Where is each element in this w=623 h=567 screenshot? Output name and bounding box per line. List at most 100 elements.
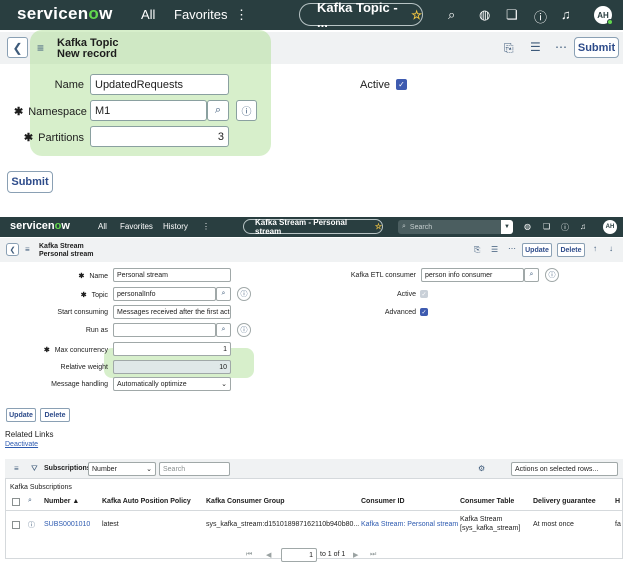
col-consumer-id[interactable]: Consumer ID — [361, 498, 405, 505]
delete-button-bottom[interactable]: Delete — [40, 408, 70, 422]
nav-more-icon-2[interactable]: ⋮ — [202, 222, 210, 231]
prev-page-icon[interactable]: ◀ — [266, 551, 271, 559]
partitions-field[interactable]: 3 — [90, 126, 229, 147]
run-as-field[interactable] — [113, 323, 216, 337]
nav-history-2[interactable]: History — [163, 222, 188, 231]
select-all-checkbox[interactable] — [12, 498, 20, 506]
topic-lookup-search-icon[interactable]: ⌕ — [216, 287, 231, 301]
last-page-icon[interactable]: ⏭ — [370, 551, 376, 559]
servicenow-logo[interactable]: servicenow — [17, 4, 113, 24]
col-consumer-table[interactable]: Consumer Table — [460, 498, 514, 505]
servicenow-logo-2[interactable]: servicenow — [10, 220, 70, 232]
nav-more-icon[interactable]: ⋮ — [235, 7, 248, 23]
deactivate-link[interactable]: Deactivate — [5, 441, 38, 448]
context-pill-2[interactable]: Kafka Stream - Personal stream ☆ — [243, 218, 383, 236]
more-options-icon[interactable]: ⋯ — [555, 40, 567, 54]
filter-icon[interactable]: ⛛ — [31, 464, 38, 474]
name-field-2[interactable]: Personal stream — [113, 268, 231, 282]
nav-favorites[interactable]: Favorites — [174, 7, 227, 22]
active-label-2: Active — [396, 291, 416, 298]
avatar-2[interactable]: AH — [603, 220, 617, 234]
page-number-input[interactable]: 1 — [281, 548, 317, 562]
attachment-icon-2[interactable]: ⎘ — [474, 245, 480, 255]
update-button-bottom[interactable]: Update — [6, 408, 36, 422]
col-policy[interactable]: Kafka Auto Position Policy — [102, 498, 191, 505]
col-number[interactable]: Number ▲ — [44, 498, 79, 505]
nav-all[interactable]: All — [141, 7, 155, 22]
bell-icon[interactable]: ♫ — [561, 7, 571, 22]
hamburger-icon[interactable]: ≡ — [37, 41, 44, 55]
run-as-info-icon[interactable]: ⓘ — [237, 323, 251, 337]
namespace-info-icon[interactable]: ⓘ — [236, 100, 257, 121]
list-breadcrumb[interactable]: Kafka Subscriptions — [10, 484, 72, 491]
message-handling-select[interactable]: Automatically optimize ⌄ — [113, 377, 231, 391]
list-menu-icon[interactable]: ≡ — [14, 464, 19, 473]
first-page-icon[interactable]: ⏮ — [246, 551, 252, 559]
col-more[interactable]: H — [615, 498, 620, 505]
divider — [5, 510, 623, 511]
search-icon[interactable]: ⌕ — [448, 7, 455, 23]
search-dropdown-icon[interactable]: ▼ — [501, 220, 513, 234]
context-pill[interactable]: Kafka Topic - ... ☆ — [299, 0, 423, 30]
nav-all-2[interactable]: All — [98, 222, 107, 231]
name-label-2: ✱ Name — [78, 273, 108, 280]
subscriptions-tab[interactable]: Subscriptions — [44, 465, 91, 472]
help-icon[interactable]: ⓘ — [534, 7, 547, 26]
delete-button-top[interactable]: Delete — [557, 243, 585, 257]
relative-weight-field[interactable]: 10 — [113, 360, 231, 374]
settings-sliders-icon-2[interactable]: ☰ — [491, 245, 498, 254]
start-consuming-select[interactable]: Messages received after the first acti — [113, 305, 231, 319]
actions-select[interactable]: Actions on selected rows... — [511, 462, 618, 476]
help-icon-2[interactable]: ⓘ — [561, 222, 569, 233]
update-button-top[interactable]: Update — [522, 243, 552, 257]
form-subtitle-2: Personal stream — [39, 251, 94, 258]
col-delivery[interactable]: Delivery guarantee — [533, 498, 596, 505]
chat-icon[interactable]: ❏ — [506, 7, 518, 23]
globe-icon-2[interactable]: ◍ — [524, 222, 531, 231]
row-checkbox[interactable] — [12, 521, 20, 529]
row-number-link[interactable]: SUBS0001010 — [44, 521, 90, 528]
col-consumer-group[interactable]: Kafka Consumer Group — [206, 498, 285, 505]
column-search-icon[interactable]: ⌕ — [28, 497, 32, 505]
namespace-field[interactable]: M1 — [90, 100, 207, 121]
topic-field[interactable]: personalInfo — [113, 287, 216, 301]
submit-button-bottom[interactable]: Submit — [7, 171, 53, 193]
row-consumer-id-link[interactable]: Kafka Stream: Personal stream — [361, 521, 458, 528]
back-button[interactable]: ❮ — [7, 37, 28, 58]
next-page-icon[interactable]: ▶ — [353, 551, 358, 559]
back-button-2[interactable]: ❮ — [6, 243, 19, 256]
topic-info-icon[interactable]: ⓘ — [237, 287, 251, 301]
chevron-down-icon: ⌄ — [146, 466, 152, 473]
filter-field-select[interactable]: Number ⌄ — [88, 462, 156, 476]
max-concurrency-field[interactable]: 1 — [113, 342, 231, 356]
etl-info-icon[interactable]: ⓘ — [545, 268, 559, 282]
row-preview-info-icon[interactable]: ⓘ — [28, 520, 35, 530]
list-settings-gear-icon[interactable]: ⚙ — [478, 464, 485, 473]
submit-button-top[interactable]: Submit — [574, 37, 619, 58]
list-search-input[interactable]: Search — [159, 462, 230, 476]
favorite-star-icon-2[interactable]: ☆ — [375, 222, 382, 231]
run-as-lookup-search-icon[interactable]: ⌕ — [216, 323, 231, 337]
nav-favorites-2[interactable]: Favorites — [120, 222, 153, 231]
etl-lookup-search-icon[interactable]: ⌕ — [524, 268, 539, 282]
avatar[interactable]: AH — [594, 6, 613, 25]
global-search-input[interactable]: ⌕ Search ▼ — [398, 220, 513, 234]
active-checkbox[interactable]: ✓ — [396, 79, 407, 90]
form-title-2: Kafka Stream — [39, 243, 84, 250]
settings-sliders-icon[interactable]: ☰ — [530, 40, 541, 54]
etl-consumer-label: Kafka ETL consumer — [350, 272, 416, 279]
bell-icon-2[interactable]: ♫ — [580, 222, 586, 231]
etl-consumer-field[interactable]: person info consumer — [421, 268, 524, 282]
attachment-icon[interactable]: ⎘ — [504, 41, 514, 56]
prev-record-icon[interactable]: ↑ — [593, 244, 597, 253]
globe-icon[interactable]: ◍ — [479, 7, 490, 23]
namespace-lookup-search-icon[interactable]: ⌕ — [207, 100, 229, 121]
advanced-checkbox[interactable]: ✓ — [420, 308, 428, 316]
chat-icon-2[interactable]: ❏ — [543, 222, 550, 231]
hamburger-icon-2[interactable]: ≡ — [25, 245, 30, 254]
favorite-star-icon[interactable]: ☆ — [411, 8, 422, 22]
more-options-icon-2[interactable]: ⋯ — [508, 244, 516, 253]
next-record-icon[interactable]: ↓ — [609, 244, 613, 253]
name-field[interactable]: UpdatedRequests — [90, 74, 229, 95]
active-checkbox-2[interactable]: ✓ — [420, 290, 428, 298]
